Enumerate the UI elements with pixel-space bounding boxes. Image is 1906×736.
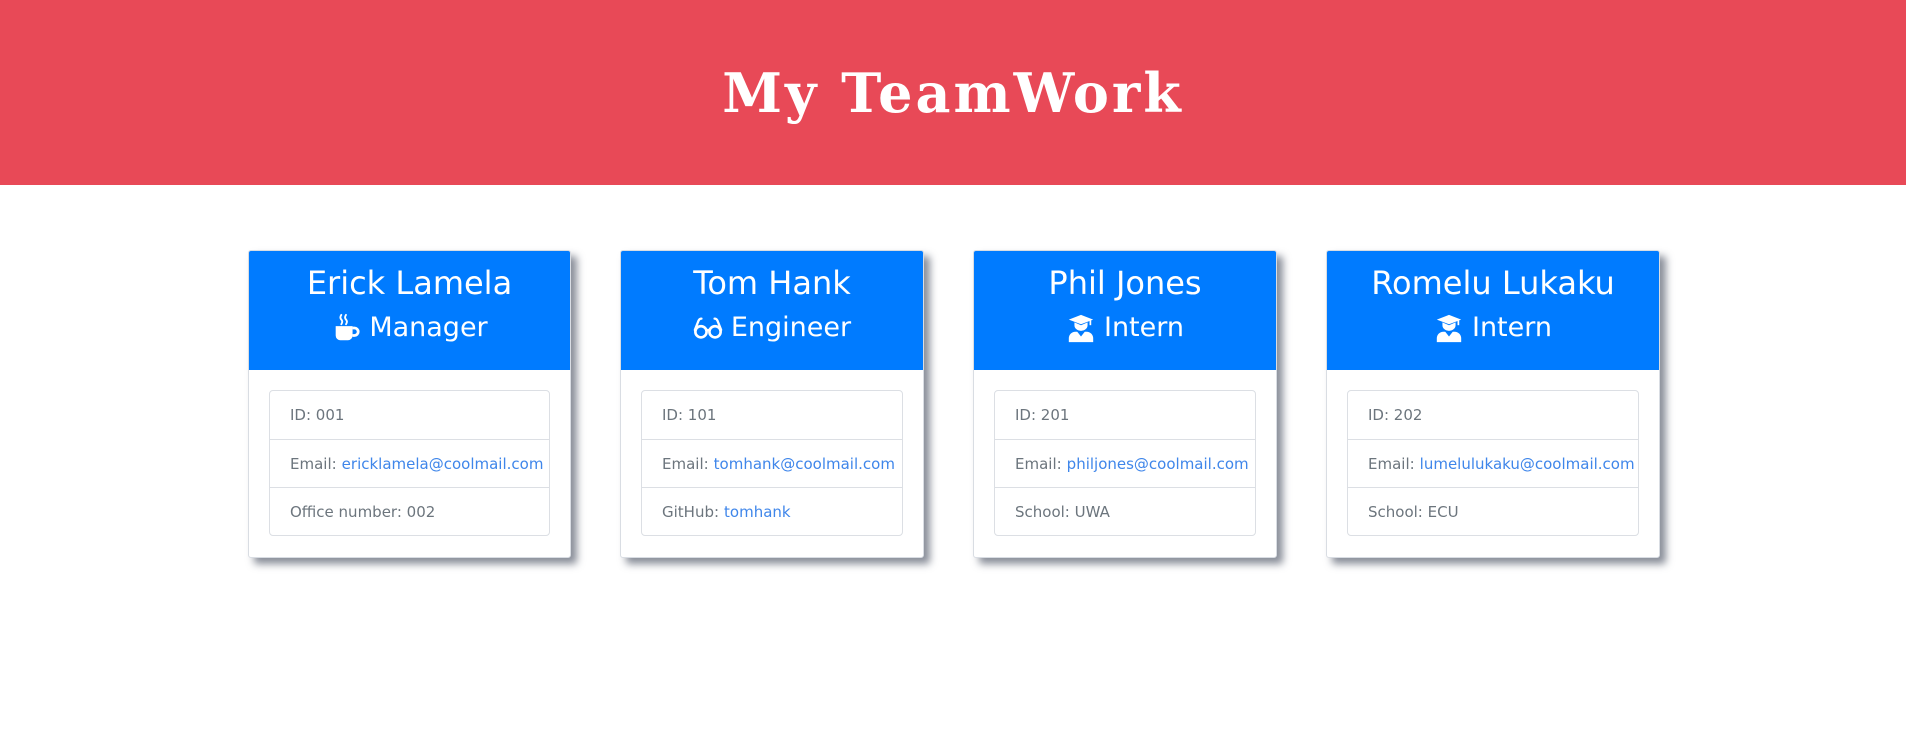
employee-email-row: Email: tomhank@coolmail.com: [642, 439, 902, 487]
email-link[interactable]: philjones@coolmail.com: [1067, 455, 1249, 473]
glasses-icon: [693, 313, 723, 343]
employee-name: Erick Lamela: [306, 264, 513, 302]
graduate-icon: [1066, 313, 1096, 343]
employee-card-intern: Phil Jones Intern ID: 201 Email: philjon…: [973, 250, 1277, 558]
github-link[interactable]: tomhank: [724, 503, 791, 521]
page-title: My TeamWork: [722, 60, 1184, 125]
employee-id: ID: 202: [1368, 406, 1423, 424]
employee-id: ID: 201: [1015, 406, 1070, 424]
employee-info-list: ID: 101 Email: tomhank@coolmail.com GitH…: [641, 390, 903, 536]
card-header: Erick Lamela Manager: [249, 251, 570, 370]
employee-role-label: Engineer: [730, 312, 852, 343]
employee-email-row: Email: ericklamela@coolmail.com: [270, 439, 549, 487]
school: School: UWA: [995, 487, 1255, 535]
employee-role-label: Manager: [369, 312, 488, 343]
coffee-mug-icon: [331, 313, 361, 343]
email-link[interactable]: tomhank@coolmail.com: [714, 455, 895, 473]
card-header: Tom Hank Engineer: [621, 251, 923, 370]
employee-info-list: ID: 001 Email: ericklamela@coolmail.com …: [269, 390, 550, 536]
employee-card-intern: Romelu Lukaku Intern ID: 202 Email: lume…: [1326, 250, 1660, 558]
employee-role: Intern: [1327, 311, 1659, 345]
employee-email-row: Email: philjones@coolmail.com: [995, 439, 1255, 487]
graduate-icon: [1434, 313, 1464, 343]
employee-name: Tom Hank: [693, 264, 851, 302]
employee-name: Phil Jones: [1048, 264, 1202, 302]
card-header: Romelu Lukaku Intern: [1327, 251, 1659, 370]
employee-info-list: ID: 201 Email: philjones@coolmail.com Sc…: [994, 390, 1256, 536]
employee-role: Manager: [249, 311, 570, 345]
employee-name: Romelu Lukaku: [1371, 264, 1615, 302]
email-label: Email:: [1015, 454, 1062, 473]
card-header: Phil Jones Intern: [974, 251, 1276, 370]
employee-role-label: Intern: [1471, 312, 1552, 343]
employee-role-label: Intern: [1103, 312, 1184, 343]
email-label: Email:: [662, 454, 709, 473]
employee-id: ID: 101: [662, 406, 717, 424]
employee-card-manager: Erick Lamela Manager ID: 001 Email: eric…: [248, 250, 571, 558]
employee-role: Intern: [974, 311, 1276, 345]
employee-info-list: ID: 202 Email: lumelulukaku@coolmail.com…: [1347, 390, 1639, 536]
employee-id: ID: 001: [290, 406, 345, 424]
employee-role: Engineer: [621, 311, 923, 345]
school: School: ECU: [1348, 487, 1638, 535]
github-row: GitHub: tomhank: [642, 487, 902, 535]
office-number: Office number: 002: [270, 487, 549, 535]
page-header: My TeamWork: [0, 0, 1906, 185]
employee-card-engineer: Tom Hank Engineer ID: 101 Email: tomhank…: [620, 250, 924, 558]
email-link[interactable]: lumelulukaku@coolmail.com: [1420, 455, 1635, 473]
email-label: Email:: [290, 454, 337, 473]
github-label: GitHub:: [662, 502, 720, 521]
email-label: Email:: [1368, 454, 1415, 473]
employee-email-row: Email: lumelulukaku@coolmail.com: [1348, 439, 1638, 487]
email-link[interactable]: ericklamela@coolmail.com: [342, 455, 544, 473]
